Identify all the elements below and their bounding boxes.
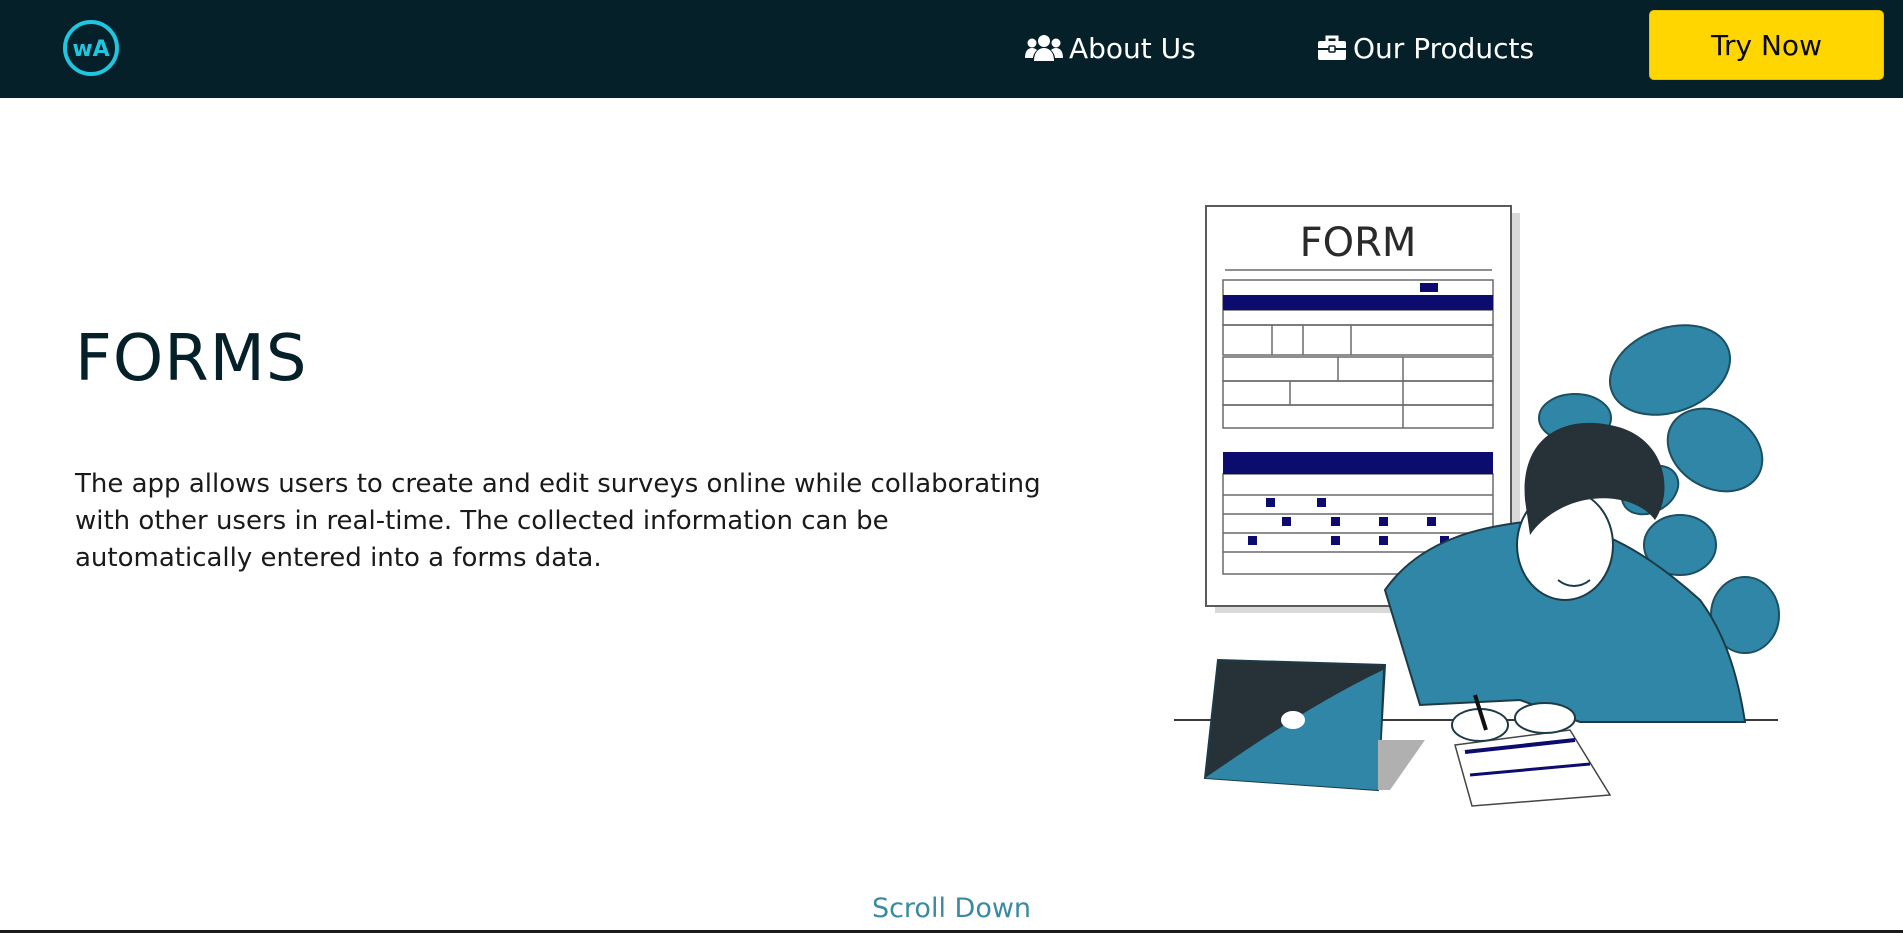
about-us-label: About Us — [1069, 31, 1196, 65]
users-icon — [1025, 35, 1063, 61]
navbar: wA About Us Our Products Try Now — [0, 0, 1903, 98]
page-title: FORMS — [75, 322, 308, 396]
logo-text: wA — [72, 37, 109, 62]
wa-logo[interactable]: wA — [61, 18, 121, 78]
briefcase-icon — [1318, 35, 1346, 60]
form-illustration: FORM — [1174, 205, 1780, 807]
our-products-label: Our Products — [1353, 31, 1535, 65]
hero-description: The app allows users to create and edit … — [75, 469, 1041, 573]
nav-about-us[interactable]: About Us — [1025, 28, 1196, 68]
scroll-down-link[interactable]: Scroll Down — [0, 893, 1903, 924]
try-now-button[interactable]: Try Now — [1649, 10, 1884, 80]
nav-our-products[interactable]: Our Products — [1317, 28, 1534, 68]
form-label: FORM — [1300, 220, 1417, 266]
